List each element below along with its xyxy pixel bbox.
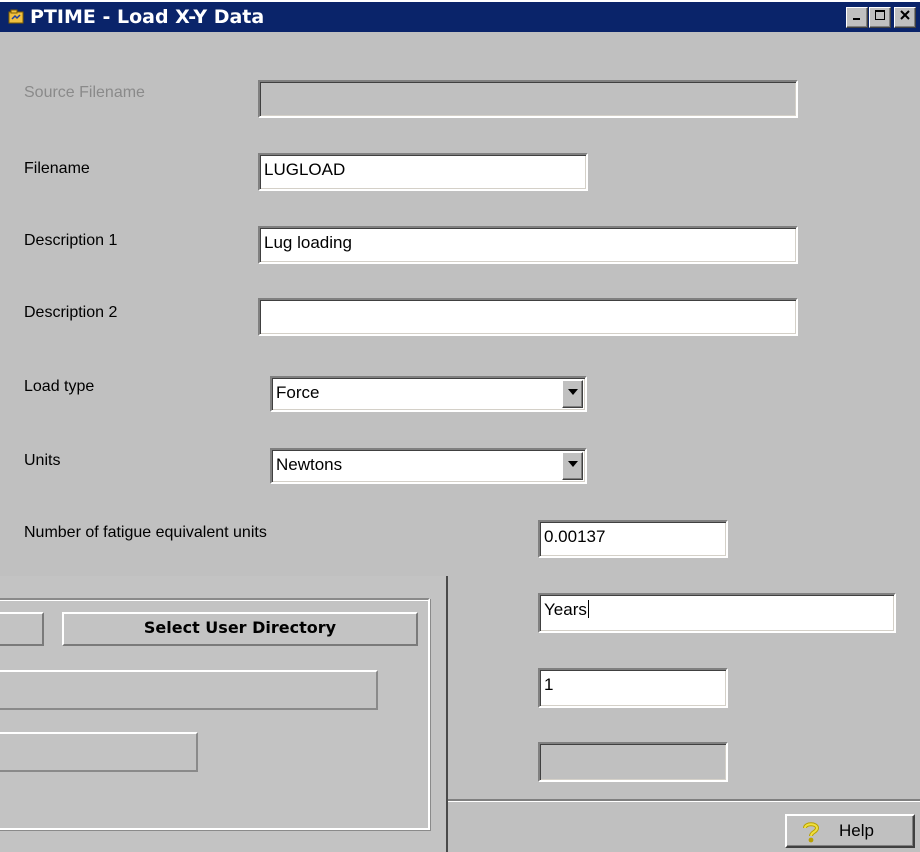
load-type-select[interactable]: Force [270, 376, 587, 412]
filename-label: Filename [24, 160, 90, 177]
fatigue-units-label: Number of fatigue equivalent units [24, 524, 267, 541]
help-button[interactable]: Help [785, 814, 915, 848]
close-icon [900, 10, 910, 20]
help-question-icon [803, 822, 820, 843]
period-unit-input[interactable]: Years [538, 593, 896, 633]
secondary-field [0, 732, 198, 772]
units-select[interactable]: Newtons [270, 448, 587, 484]
text-caret [587, 600, 589, 618]
source-filename-label: Source Filename [24, 84, 145, 101]
close-button[interactable] [894, 7, 916, 28]
window-title: PTIME - Load X-Y Data [30, 6, 265, 28]
extra-field [538, 742, 728, 782]
minimize-button[interactable] [846, 7, 868, 28]
divider [448, 799, 920, 802]
source-filename-field [258, 80, 798, 118]
title-bar[interactable]: PTIME - Load X-Y Data [0, 0, 920, 32]
maximize-button[interactable] [869, 7, 891, 28]
description1-label: Description 1 [24, 232, 118, 249]
app-icon [8, 9, 24, 24]
minimize-icon [853, 18, 860, 20]
load-type-dropdown-button[interactable] [562, 380, 583, 408]
units-label: Units [24, 452, 61, 469]
period-unit-value: Years [544, 600, 587, 619]
partial-button[interactable] [0, 612, 44, 646]
fatigue-units-input[interactable]: 0.00137 [538, 520, 728, 558]
description2-input[interactable] [258, 298, 798, 336]
maximize-icon [875, 10, 885, 20]
select-user-directory-button[interactable]: Select User Directory [62, 612, 418, 646]
overlapping-window: Select User Directory [0, 576, 448, 852]
filename-input[interactable]: LUGLOAD [258, 153, 588, 191]
description1-input[interactable]: Lug loading [258, 226, 798, 264]
description2-label: Description 2 [24, 304, 118, 321]
count-input[interactable]: 1 [538, 668, 728, 708]
help-label: Help [839, 821, 874, 840]
load-type-label: Load type [24, 378, 95, 395]
units-dropdown-button[interactable] [562, 452, 583, 480]
directory-field [0, 670, 378, 710]
units-value: Newtons [276, 455, 343, 474]
load-type-value: Force [276, 383, 320, 402]
